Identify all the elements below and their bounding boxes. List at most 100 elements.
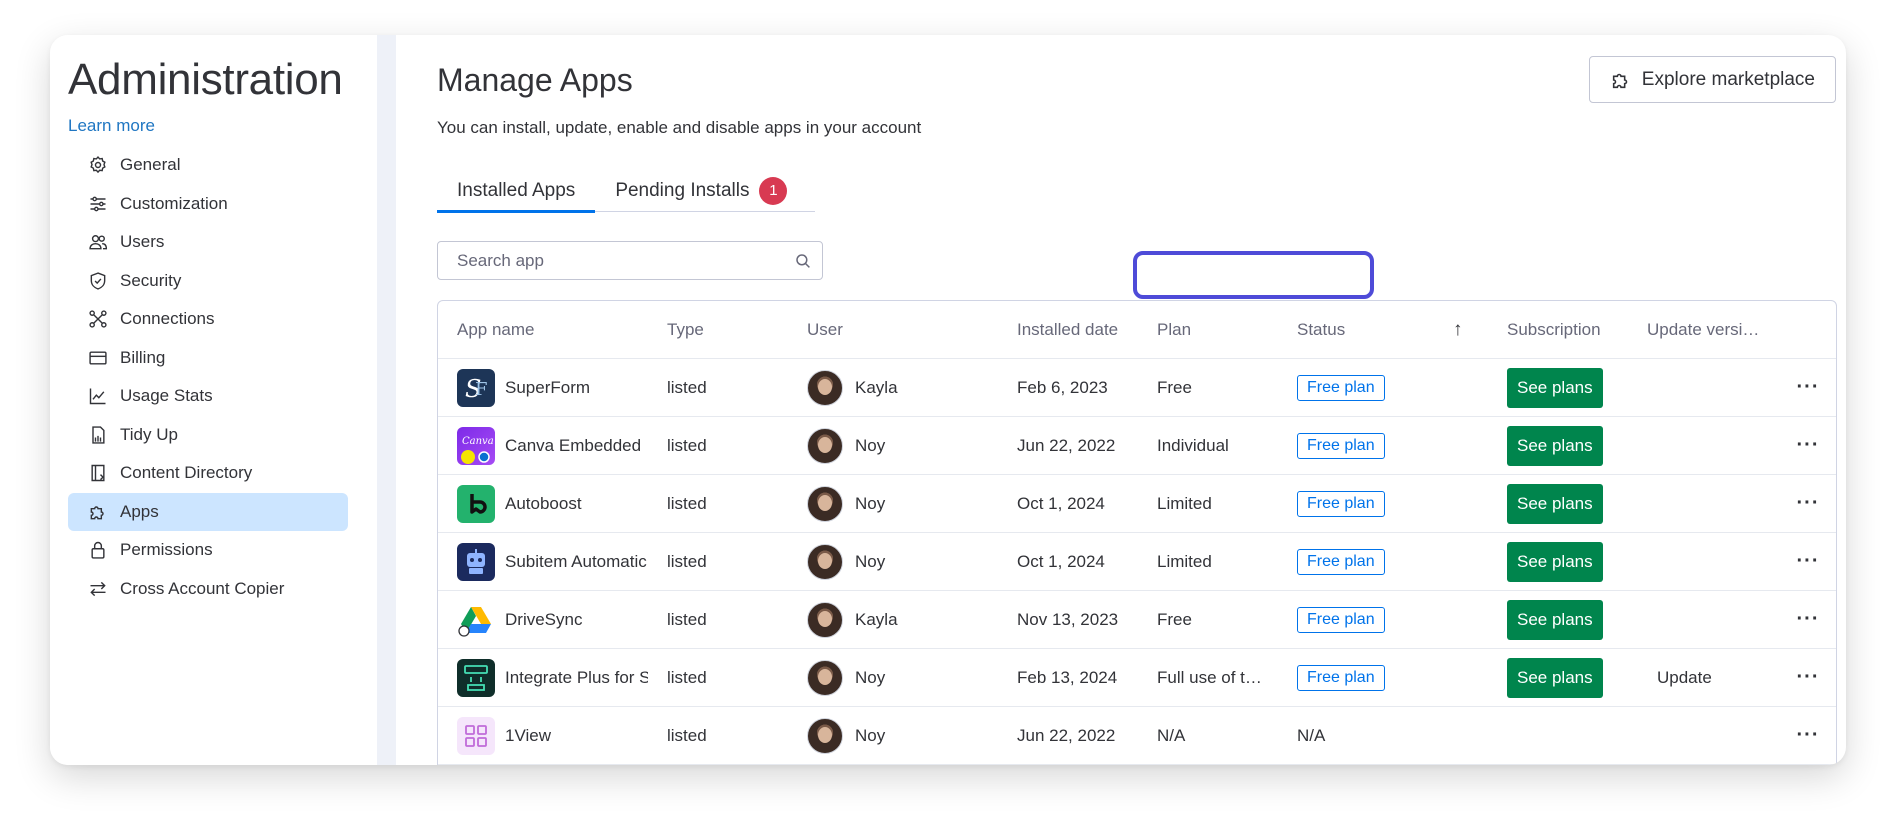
credit-card-icon bbox=[89, 351, 107, 365]
sidebar-item-apps[interactable]: Apps bbox=[68, 492, 348, 531]
table-row[interactable]: DriveSync listed Kayla Nov 13, 2023 Free… bbox=[438, 591, 1836, 649]
installed-date: Oct 1, 2024 bbox=[1017, 493, 1105, 513]
sidebar-item-label: Usage Stats bbox=[120, 386, 213, 406]
users-icon bbox=[89, 235, 108, 250]
autoboost-app-icon bbox=[457, 484, 495, 523]
table-row[interactable]: Subitem Automatic listed Noy Oct 1, 2024… bbox=[438, 533, 1836, 591]
see-plans-button[interactable]: See plans bbox=[1507, 367, 1603, 408]
app-name-cell: Integrate Plus for S bbox=[457, 649, 648, 706]
status-badge[interactable]: Free plan bbox=[1297, 548, 1385, 575]
status-badge[interactable]: Free plan bbox=[1297, 664, 1385, 691]
sidebar-item-connections[interactable]: Connections bbox=[68, 300, 348, 339]
more-options-icon[interactable]: ··· bbox=[1793, 475, 1823, 532]
plan-value: Limited bbox=[1157, 493, 1212, 513]
canva-app-icon: Canva bbox=[457, 426, 495, 465]
column-header-installed-date[interactable]: Installed date bbox=[1017, 301, 1147, 358]
more-options-icon[interactable]: ··· bbox=[1793, 707, 1823, 764]
sidebar-item-label: Cross Account Copier bbox=[120, 578, 285, 598]
svg-text:F: F bbox=[475, 379, 488, 400]
avatar bbox=[807, 601, 843, 638]
app-name: Autoboost bbox=[505, 493, 582, 513]
tab-installed-apps[interactable]: Installed Apps bbox=[437, 170, 596, 213]
table-row[interactable]: SF SuperForm listed Kayla Feb 6, 2023 Fr… bbox=[438, 359, 1836, 417]
installed-date: Feb 6, 2023 bbox=[1017, 377, 1108, 397]
sidebar-item-security[interactable]: Security bbox=[68, 262, 348, 301]
app-type: listed bbox=[667, 551, 707, 571]
see-plans-button[interactable]: See plans bbox=[1507, 657, 1603, 698]
sidebar-item-content-directory[interactable]: Content Directory bbox=[68, 454, 348, 493]
column-header-plan[interactable]: Plan bbox=[1157, 301, 1267, 358]
see-plans-button[interactable]: See plans bbox=[1507, 425, 1603, 466]
sidebar-item-tidy-up[interactable]: Tidy Up bbox=[68, 416, 348, 455]
table-header: App name Type User Installed date Plan S… bbox=[438, 301, 1836, 359]
avatar bbox=[807, 659, 843, 696]
sidebar-item-label: Permissions bbox=[120, 540, 213, 560]
status-cell: Free plan bbox=[1297, 359, 1417, 416]
see-plans-button[interactable]: See plans bbox=[1507, 541, 1603, 582]
avatar bbox=[807, 485, 843, 522]
sidebar-item-label: Users bbox=[120, 232, 165, 252]
subitem-robot-app-icon bbox=[457, 542, 495, 581]
see-plans-button[interactable]: See plans bbox=[1507, 483, 1603, 524]
tab-label: Installed Apps bbox=[457, 179, 576, 201]
sidebar-item-billing[interactable]: Billing bbox=[68, 339, 348, 378]
broom-icon bbox=[92, 426, 105, 444]
app-type: listed bbox=[667, 493, 707, 513]
more-options-icon[interactable]: ··· bbox=[1793, 533, 1823, 590]
app-name: SuperForm bbox=[505, 377, 591, 397]
column-header-user[interactable]: User bbox=[807, 301, 987, 358]
user-cell: Noy bbox=[807, 417, 987, 474]
more-options-icon[interactable]: ··· bbox=[1793, 417, 1823, 474]
search-input[interactable] bbox=[457, 250, 794, 271]
apps-table: App name Type User Installed date Plan S… bbox=[437, 300, 1837, 765]
sort-arrow-icon[interactable]: ↑ bbox=[1453, 301, 1483, 358]
column-header-type[interactable]: Type bbox=[667, 301, 777, 358]
sidebar-item-label: Billing bbox=[120, 347, 166, 367]
gear-icon bbox=[90, 156, 106, 174]
svg-text:Canva: Canva bbox=[462, 436, 494, 447]
sidebar-item-label: General bbox=[120, 155, 181, 175]
puzzle-icon bbox=[1612, 73, 1628, 88]
table-row[interactable]: 1View listed Noy Jun 22, 2022 N/A N/A ··… bbox=[438, 707, 1836, 765]
plan-value: Free bbox=[1157, 609, 1192, 629]
column-header-update-version[interactable]: Update versi… bbox=[1647, 301, 1767, 358]
see-plans-button[interactable]: See plans bbox=[1507, 599, 1603, 640]
sidebar-item-cross-account-copier[interactable]: Cross Account Copier bbox=[68, 570, 348, 609]
sidebar-item-customization[interactable]: Customization bbox=[68, 185, 348, 224]
sidebar-item-general[interactable]: General bbox=[68, 146, 348, 185]
update-button[interactable]: Update bbox=[1647, 668, 1712, 688]
status-cell: Free plan bbox=[1297, 475, 1417, 532]
installed-date: Nov 13, 2023 bbox=[1017, 609, 1119, 629]
table-row[interactable]: Integrate Plus for S listed Noy Feb 13, … bbox=[438, 649, 1836, 707]
plan-value: Limited bbox=[1157, 551, 1212, 571]
more-options-icon[interactable]: ··· bbox=[1793, 649, 1823, 706]
status-badge[interactable]: Free plan bbox=[1297, 374, 1385, 401]
status-badge[interactable]: Free plan bbox=[1297, 432, 1385, 459]
sidebar-nav: General Customization Users Security Con… bbox=[68, 146, 348, 608]
sidebar-item-usage-stats[interactable]: Usage Stats bbox=[68, 377, 348, 416]
status-cell: Free plan bbox=[1297, 591, 1417, 648]
lock-icon bbox=[91, 542, 105, 559]
explore-marketplace-button[interactable]: Explore marketplace bbox=[1588, 56, 1836, 103]
sidebar-item-users[interactable]: Users bbox=[68, 223, 348, 262]
oneview-app-icon bbox=[457, 716, 495, 755]
sidebar-item-label: Customization bbox=[120, 193, 228, 213]
status-badge[interactable]: Free plan bbox=[1297, 490, 1385, 517]
column-header-app-name[interactable]: App name bbox=[457, 301, 648, 358]
google-drive-app-icon bbox=[457, 600, 495, 639]
table-row[interactable]: Autoboost listed Noy Oct 1, 2024 Limited… bbox=[438, 475, 1836, 533]
shield-icon bbox=[90, 272, 106, 290]
column-header-subscription[interactable]: Subscription bbox=[1507, 301, 1627, 358]
table-row[interactable]: Canva Canva Embedded listed Noy Jun 22, … bbox=[438, 417, 1836, 475]
more-options-icon[interactable]: ··· bbox=[1793, 591, 1823, 648]
tab-pending-installs[interactable]: Pending Installs 1 bbox=[595, 170, 807, 211]
plan-value: Full use of t… bbox=[1157, 667, 1262, 687]
status-cell: Free plan bbox=[1297, 533, 1417, 590]
learn-more-link[interactable]: Learn more bbox=[68, 116, 155, 136]
more-options-icon[interactable]: ··· bbox=[1793, 359, 1823, 416]
status-badge[interactable]: Free plan bbox=[1297, 606, 1385, 633]
column-header-status[interactable]: Status bbox=[1297, 301, 1417, 358]
plan-value: Free bbox=[1157, 377, 1192, 397]
sidebar-item-permissions[interactable]: Permissions bbox=[68, 531, 348, 570]
directory-icon bbox=[91, 465, 105, 482]
